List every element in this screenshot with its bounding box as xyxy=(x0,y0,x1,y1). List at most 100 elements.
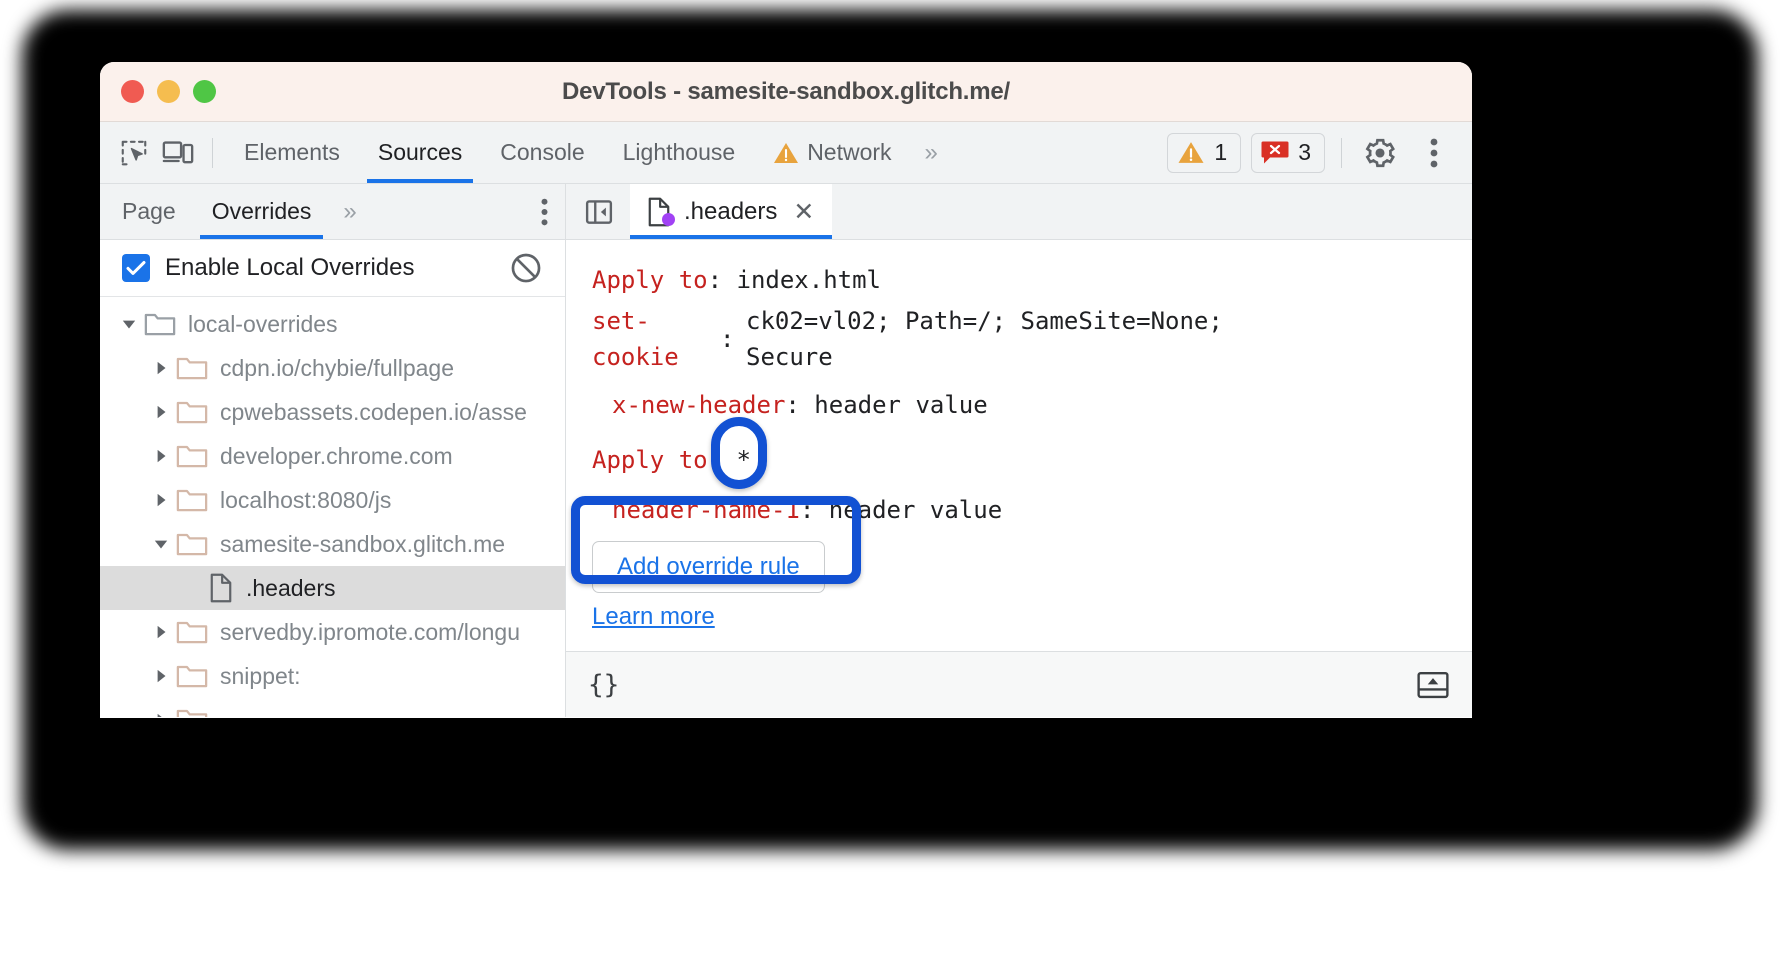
nav-tab-overrides[interactable]: Overrides xyxy=(194,184,330,239)
header-name-header-name-1[interactable]: header-name-1 xyxy=(612,492,800,529)
header-value-line-1: ck02=vl02; Path=/; SameSite=None; xyxy=(746,304,1223,340)
header-name-set-cookie[interactable]: set- cookie xyxy=(592,304,720,375)
editor-tab-headers[interactable]: .headers ✕ xyxy=(630,184,832,239)
chevron-right-icon[interactable] xyxy=(146,623,176,641)
tree-row-partial[interactable] xyxy=(100,698,565,717)
tab-console-label: Console xyxy=(500,139,584,166)
chevron-down-icon[interactable] xyxy=(114,315,144,333)
tab-sources[interactable]: Sources xyxy=(359,122,481,183)
apply-to-value[interactable]: index.html xyxy=(737,266,882,294)
tab-lighthouse-label: Lighthouse xyxy=(623,139,736,166)
tree-row-label: developer.chrome.com xyxy=(220,443,453,470)
kebab-menu-icon[interactable] xyxy=(1412,131,1456,175)
header-colon: : xyxy=(785,387,799,424)
window-title: DevTools - samesite-sandbox.glitch.me/ xyxy=(100,78,1472,106)
screenshot-root: DevTools - samesite-sandbox.glitch.me/ xyxy=(0,0,1780,958)
more-panels-button[interactable]: » xyxy=(911,139,948,167)
header-name-x-new-header[interactable]: x-new-header xyxy=(612,387,785,424)
tree-row-label: cpwebassets.codepen.io/asse xyxy=(220,399,527,426)
apply-to-colon: : xyxy=(708,266,722,294)
folder-icon xyxy=(176,355,208,381)
warning-triangle-icon xyxy=(773,141,799,165)
navigator-kebab-menu-icon[interactable] xyxy=(540,197,549,227)
tab-elements[interactable]: Elements xyxy=(225,122,359,183)
format-source-icon[interactable] xyxy=(1416,670,1450,700)
chevron-right-icon[interactable] xyxy=(146,491,176,509)
editor-tabbar: .headers ✕ xyxy=(566,184,1472,240)
error-count-badge[interactable]: 3 xyxy=(1251,133,1325,173)
chevron-right-icon[interactable] xyxy=(146,359,176,377)
close-icon[interactable]: ✕ xyxy=(793,197,814,227)
error-count-value: 3 xyxy=(1298,139,1311,166)
tree-row[interactable]: cdpn.io/chybie/fullpage xyxy=(100,346,565,390)
header-name-line-2: cookie xyxy=(592,340,720,376)
tree-row[interactable]: localhost:8080/js xyxy=(100,478,565,522)
tree-row-label: samesite-sandbox.glitch.me xyxy=(220,531,505,558)
overrides-file-tree[interactable]: local-overridescdpn.io/chybie/fullpage cp… xyxy=(100,297,565,717)
tab-lighthouse[interactable]: Lighthouse xyxy=(604,122,755,183)
folder-icon xyxy=(176,707,208,717)
apply-to-label: Apply to xyxy=(592,266,708,294)
tree-row[interactable]: servedby.ipromote.com/longu xyxy=(100,610,565,654)
warning-count-value: 1 xyxy=(1214,139,1227,166)
tree-row[interactable]: samesite-sandbox.glitch.me xyxy=(100,522,565,566)
more-nav-tabs-button[interactable]: » xyxy=(329,198,366,226)
header-value-x-new-header[interactable]: header value xyxy=(814,387,987,424)
header-value-set-cookie[interactable]: ck02=vl02; Path=/; SameSite=None; Secure xyxy=(746,304,1223,375)
toolbar-divider xyxy=(1341,138,1342,168)
tab-elements-label: Elements xyxy=(244,139,340,166)
chevron-right-icon[interactable] xyxy=(146,403,176,421)
navigator-tabs: Page Overrides » xyxy=(100,184,565,240)
header-value-line-2: Secure xyxy=(746,340,1223,376)
device-toolbar-icon[interactable] xyxy=(156,131,200,175)
collapse-sidebar-icon[interactable] xyxy=(576,189,622,235)
inspect-element-icon[interactable] xyxy=(112,131,156,175)
warning-count-badge[interactable]: 1 xyxy=(1167,133,1241,173)
tree-row-label: localhost:8080/js xyxy=(220,487,391,514)
nav-tab-page[interactable]: Page xyxy=(104,184,194,239)
header-row-x-new-header[interactable]: x-new-header: header value xyxy=(566,375,1472,424)
chevron-down-icon[interactable] xyxy=(146,535,176,553)
header-value-header-name-1[interactable]: header value xyxy=(829,492,1002,529)
gear-icon[interactable] xyxy=(1358,131,1402,175)
warning-triangle-icon xyxy=(1177,140,1205,165)
nav-tab-overrides-label: Overrides xyxy=(212,198,312,225)
tab-console[interactable]: Console xyxy=(481,122,603,183)
apply-to-value[interactable]: * xyxy=(737,446,751,474)
learn-more-link[interactable]: Learn more xyxy=(592,603,715,631)
header-colon: : xyxy=(800,492,814,529)
devtools-body: Page Overrides » E xyxy=(100,184,1472,717)
toolbar-right-group: 1 3 xyxy=(1167,131,1456,175)
tree-row[interactable]: .headers xyxy=(100,566,565,610)
add-override-rule-button[interactable]: Add override rule xyxy=(592,541,825,593)
file-icon xyxy=(208,573,234,603)
tree-row[interactable]: cpwebassets.codepen.io/asse xyxy=(100,390,565,434)
folder-icon xyxy=(176,663,208,689)
enable-local-overrides-checkbox[interactable] xyxy=(122,254,150,282)
apply-to-row[interactable]: Apply to: index.html xyxy=(566,262,1472,304)
folder-icon xyxy=(176,487,208,513)
header-row-set-cookie[interactable]: set- cookie : ck02=vl02; Path=/; SameSit… xyxy=(566,304,1472,375)
header-row-header-name-1[interactable]: header-name-1: header value xyxy=(566,484,1472,529)
clear-configuration-icon[interactable] xyxy=(509,251,543,285)
header-name-line-1: set- xyxy=(592,304,720,340)
enable-local-overrides-label: Enable Local Overrides xyxy=(165,254,414,282)
chevron-right-icon[interactable] xyxy=(146,447,176,465)
tab-network[interactable]: Network xyxy=(754,122,910,183)
panel-tabs: Elements Sources Console Lighthouse Netw… xyxy=(225,122,948,183)
editor-panel: .headers ✕ Apply to: index.html set- coo… xyxy=(566,184,1472,717)
tree-row[interactable]: snippet: xyxy=(100,654,565,698)
pretty-print-button[interactable]: {} xyxy=(588,670,619,700)
apply-to-row[interactable]: Apply to: * xyxy=(566,424,1472,484)
tree-row[interactable]: local-overrides xyxy=(100,302,565,346)
enable-local-overrides-row[interactable]: Enable Local Overrides xyxy=(100,240,565,297)
devtools-toolbar: Elements Sources Console Lighthouse Netw… xyxy=(100,122,1472,184)
chevron-right-icon[interactable] xyxy=(146,667,176,685)
folder-icon xyxy=(176,443,208,469)
tab-network-label: Network xyxy=(807,139,891,166)
apply-to-label: Apply to xyxy=(592,446,708,474)
tree-row-label: servedby.ipromote.com/longu xyxy=(220,619,520,646)
chevron-right-icon[interactable] xyxy=(146,711,176,717)
tree-row[interactable]: developer.chrome.com xyxy=(100,434,565,478)
headers-editor-content[interactable]: Apply to: index.html set- cookie : ck02=… xyxy=(566,240,1472,651)
